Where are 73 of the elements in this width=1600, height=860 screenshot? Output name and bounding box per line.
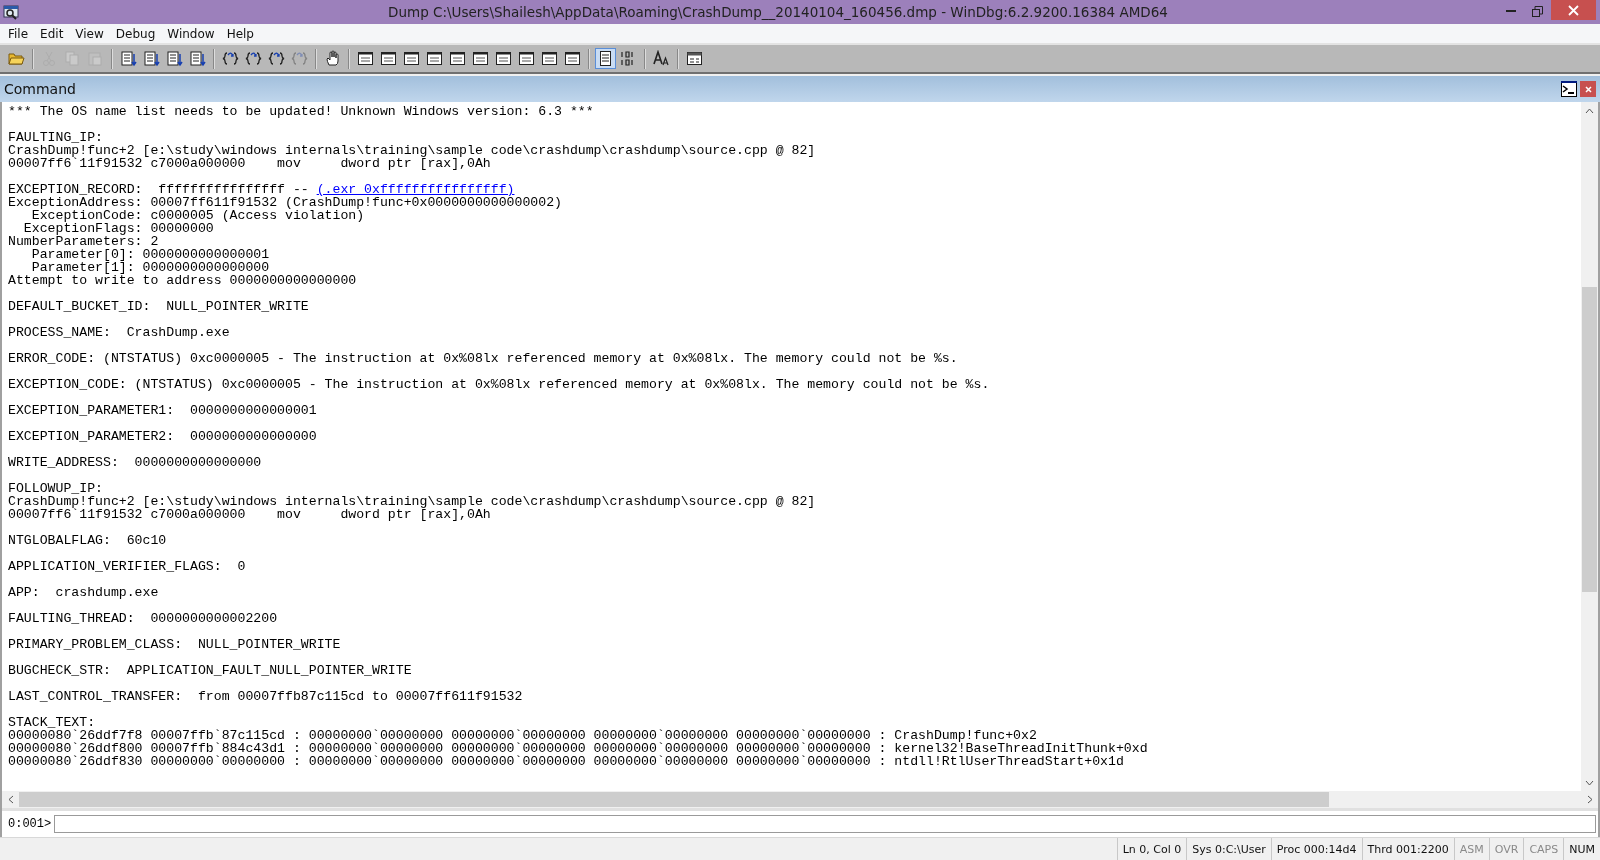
close-icon <box>1568 4 1579 16</box>
output-line: EXCEPTION_PARAMETER1: 0000000000000001 <box>8 404 318 417</box>
output-line: EXCEPTION_CODE: (NTSTATUS) 0xc0000005 - The instruction at 0x%08lx referenced memory at 0x%08lx. The memory could not be %s. <box>8 378 991 391</box>
output-line: 00000080`26ddf800 00007ffb`884c43d1 : 00000000`00000000 00000000`00000000 00000000`00000000 00000000`00000000 : kernel32!BaseThreadInitThunk+0xd <box>8 742 1149 755</box>
document-arrow-icon[interactable] <box>118 48 139 69</box>
output-line: FAULTING_IP: <box>8 131 104 144</box>
status-pane: NUM <box>1563 838 1600 860</box>
output-line: 00000080`26ddf7f8 00007ffb`87c115cd : 00000000`00000000 00000000`00000000 00000000`00000000 00000000`00000000 : CrashDump!func+0x2 <box>8 729 1037 742</box>
document-icon[interactable] <box>595 48 616 69</box>
output-line: BUGCHECK_STR: APPLICATION_FAULT_NULL_POINTER_WRITE <box>8 664 413 677</box>
output-line: LAST_CONTROL_TRANSFER: from 00007ffb87c115cd to 00007ff611f91532 <box>8 690 524 703</box>
menu-item[interactable]: Help <box>220 26 260 41</box>
status-pane: CAPS <box>1523 838 1564 860</box>
scroll-left-icon[interactable] <box>7 795 14 804</box>
output-line: PROCESS_NAME: CrashDump.exe <box>8 326 231 339</box>
output-line: 00000080`26ddf830 00000000`00000000 : 00000000`00000000 00000000`00000000 00000000`00000000 00000000`00000000 : ntdll!RtlUserThreadStart+0x1d <box>8 755 1125 768</box>
scroll-down-icon[interactable] <box>1585 779 1594 786</box>
close-icon <box>1584 85 1592 93</box>
restore-icon <box>1532 5 1543 17</box>
status-pane: OVR <box>1488 838 1524 860</box>
output-line: APP: crashdump.exe <box>8 586 160 599</box>
output-line: ERROR_CODE: (NTSTATUS) 0xc0000005 - The instruction at 0x%08lx referenced memory at 0x%08lx. The memory could not be %s. <box>8 352 959 365</box>
app-icon <box>3 4 19 20</box>
scroll-up-icon[interactable] <box>1585 107 1594 114</box>
command-prompt: 0:001> <box>7 817 53 831</box>
output-line: ExceptionFlags: 00000000 <box>23 222 215 235</box>
status-pane: Ln 0, Col 0 <box>1116 838 1187 860</box>
scroll-thumb[interactable] <box>19 792 1329 807</box>
scroll-thumb[interactable] <box>1582 287 1597 592</box>
menu-item[interactable]: Debug <box>109 26 162 41</box>
close-button[interactable] <box>1551 0 1596 20</box>
status-pane: ASM <box>1453 838 1489 860</box>
output-line: CrashDump!func+2 [e:\study\windows internals\training\sample code\crashdump\crashdump\source.cpp @ 82] <box>8 495 817 508</box>
menu-item[interactable]: Window <box>161 26 221 41</box>
command-input[interactable] <box>54 815 1596 833</box>
output-line: Attempt to write to address 0000000000000000 <box>8 274 358 287</box>
output-line: NumberParameters: 2 <box>8 235 160 248</box>
vertical-scrollbar[interactable] <box>1581 102 1598 791</box>
horizontal-scrollbar[interactable] <box>2 791 1598 808</box>
output-line: ExceptionCode: c0000005 (Access violation) <box>31 209 365 222</box>
output-line: NTGLOBALFLAG: 60c10 <box>8 534 168 547</box>
output-line: Parameter[1]: 0000000000000000 <box>30 261 271 274</box>
output-line: APPLICATION_VERIFIER_FLAGS: 0 <box>8 560 247 573</box>
menu-item[interactable]: Edit <box>34 26 70 41</box>
output-line: FAULTING_THREAD: 0000000000002200 <box>8 612 279 625</box>
menu-item[interactable]: File <box>2 26 35 41</box>
output-line: Parameter[0]: 0000000000000001 <box>30 248 271 261</box>
status-pane: Sys 0:C:\User <box>1186 838 1271 860</box>
output-line: EXCEPTION_RECORD: ffffffffffffffff -- <box>8 182 309 197</box>
document-arrow-icon[interactable] <box>164 48 185 69</box>
document-arrow-icon[interactable] <box>141 48 162 69</box>
status-pane: Thrd 001:2200 <box>1361 838 1454 860</box>
output-line: FOLLOWUP_IP: <box>8 482 104 495</box>
output-line: DEFAULT_BUCKET_ID: NULL_POINTER_WRITE <box>8 300 310 313</box>
status-pane: Proc 000:14d4 <box>1270 838 1362 860</box>
output-line: 00007ff6`11f91532 c7000a000000 mov dword ptr [rax],0Ah <box>8 508 491 521</box>
close-button[interactable] <box>1580 81 1596 97</box>
output-line: 00007ff6`11f91532 c7000a000000 mov dword ptr [rax],0Ah <box>8 157 491 170</box>
panel-title: Command <box>3 81 77 97</box>
window-title: Dump C:\Users\Shailesh\AppData\Roaming\CrashDump__20140104_160456.dmp - WinDbg:6.2.9200.16384 AMD64 <box>387 4 1169 20</box>
output-line: PRIMARY_PROBLEM_CLASS: NULL_POINTER_WRITE <box>8 638 342 651</box>
output-line: CrashDump!func+2 [e:\study\windows internals\training\sample code\crashdump\crashdump\source.cpp @ 82] <box>8 144 817 157</box>
menu-item[interactable]: View <box>69 26 110 41</box>
output-line: STACK_TEXT: <box>8 716 96 729</box>
output-line: EXCEPTION_PARAMETER2: 0000000000000000 <box>8 430 318 443</box>
scroll-right-icon[interactable] <box>1586 795 1593 804</box>
output-line: ExceptionAddress: 00007ff611f91532 (CrashDump!func+0x0000000000000002) <box>8 196 563 209</box>
output-line: WRITE_ADDRESS: 0000000000000000 <box>8 456 263 469</box>
exr-link[interactable]: (.exr 0xffffffffffffffff) <box>316 182 515 197</box>
minimize-icon <box>1505 10 1516 12</box>
document-arrow-icon[interactable] <box>187 48 208 69</box>
output-line: *** The OS name list needs to be updated! Unknown Windows version: 6.3 *** <box>8 105 595 118</box>
console-icon[interactable] <box>1561 81 1577 97</box>
